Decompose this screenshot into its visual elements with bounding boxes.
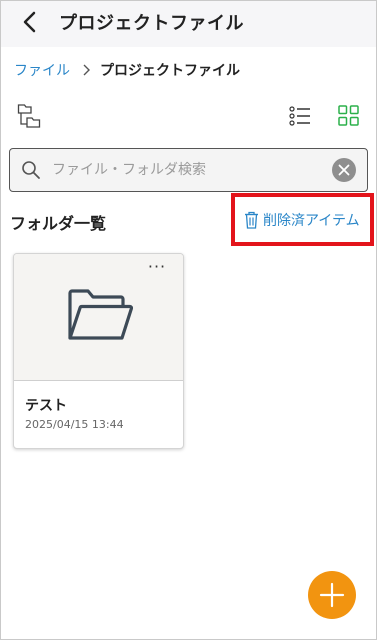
folder-name: テスト: [25, 398, 67, 414]
breadcrumb-root-link[interactable]: ファイル: [14, 60, 70, 80]
trash-icon: [245, 211, 258, 229]
plus-icon: [319, 582, 345, 608]
close-icon: [338, 164, 350, 176]
folder-tree-icon[interactable]: [17, 103, 41, 129]
chevron-right-icon: [83, 64, 90, 76]
chevron-left-icon[interactable]: [19, 9, 43, 35]
more-options-icon[interactable]: ···: [145, 259, 169, 276]
add-fab-button[interactable]: [308, 571, 356, 619]
search-input[interactable]: [52, 149, 322, 191]
page-title: プロジェクトファイル: [59, 13, 244, 34]
deleted-items-button[interactable]: 削除済アイテム: [244, 208, 360, 232]
app-header: プロジェクトファイル: [1, 1, 376, 47]
breadcrumb: ファイル プロジェクトファイル: [14, 60, 240, 80]
breadcrumb-current: プロジェクトファイル: [100, 63, 240, 79]
clear-search-button[interactable]: [332, 158, 356, 182]
search-icon: [22, 161, 40, 179]
list-view-icon[interactable]: [289, 106, 311, 126]
folder-list-heading: フォルダ一覧: [10, 214, 107, 233]
search-bar: [9, 148, 368, 192]
grid-view-icon[interactable]: [338, 105, 359, 126]
folder-thumbnail: ···: [14, 254, 183, 381]
deleted-items-label: 削除済アイテム: [263, 213, 360, 229]
folder-card[interactable]: ··· テスト 2025/04/15 13:44: [13, 253, 184, 449]
folder-icon: [68, 289, 133, 340]
folder-date: 2025/04/15 13:44: [25, 418, 124, 431]
